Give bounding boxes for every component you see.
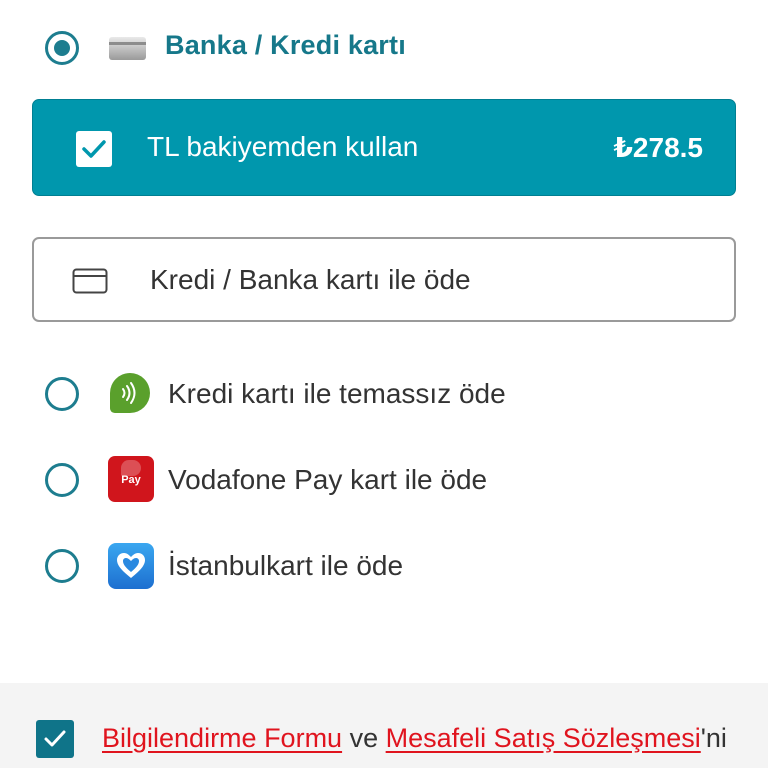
contactless-radio[interactable] xyxy=(45,377,79,411)
istanbulkart-option-label[interactable]: İstanbulkart ile öde xyxy=(168,550,403,582)
bank-card-option-label[interactable]: Banka / Kredi kartı xyxy=(165,30,406,61)
distance-sales-contract-link[interactable]: Mesafeli Satış Sözleşmesi xyxy=(386,723,701,753)
vodafone-pay-radio[interactable] xyxy=(45,463,79,497)
agreement-section: Bilgilendirme Formu ve Mesafeli Satış Sö… xyxy=(0,683,768,768)
vodafone-pay-option-label[interactable]: Vodafone Pay kart ile öde xyxy=(168,464,487,496)
vodafone-pay-icon: Pay xyxy=(108,456,154,502)
use-balance-label: TL bakiyemden kullan xyxy=(147,131,419,162)
contactless-option-label[interactable]: Kredi kartı ile temassız öde xyxy=(168,378,506,410)
istanbulkart-radio[interactable] xyxy=(45,549,79,583)
agreement-checkbox[interactable] xyxy=(36,720,74,758)
balance-amount: ₺278.5 xyxy=(613,132,703,163)
bank-card-radio[interactable] xyxy=(45,31,79,65)
information-form-link[interactable]: Bilgilendirme Formu xyxy=(102,723,342,753)
agreement-connector: ve xyxy=(349,723,379,753)
bank-card-icon xyxy=(109,37,146,60)
contactless-icon xyxy=(110,373,150,413)
agreement-suffix: 'ni xyxy=(700,723,727,753)
card-payment-button[interactable]: Kredi / Banka kartı ile öde xyxy=(32,237,736,322)
use-balance-row[interactable]: TL bakiyemden kullan ₺278.5 xyxy=(32,99,736,196)
agreement-text: Bilgilendirme Formu ve Mesafeli Satış Sö… xyxy=(102,723,727,754)
istanbulkart-icon xyxy=(108,543,154,589)
credit-card-icon xyxy=(72,268,108,294)
card-payment-label: Kredi / Banka kartı ile öde xyxy=(150,264,471,295)
check-icon xyxy=(82,140,106,158)
check-icon xyxy=(44,730,66,747)
use-balance-checkbox[interactable] xyxy=(76,131,112,167)
